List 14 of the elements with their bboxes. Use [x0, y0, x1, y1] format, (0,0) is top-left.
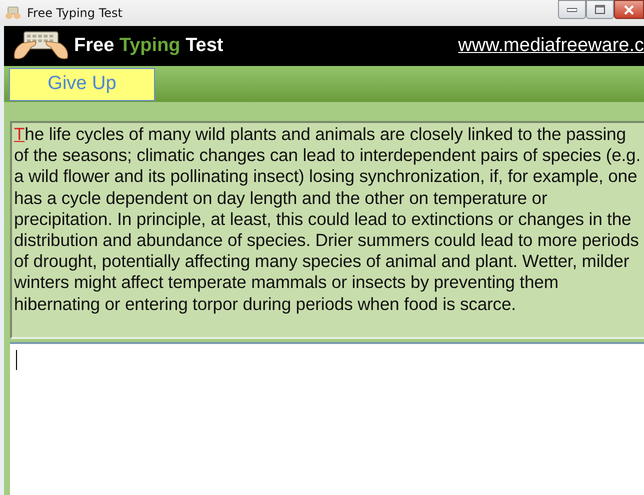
typing-hands-icon	[12, 30, 70, 62]
passage-text: The life cycles of many wild plants and animals are closely linked to the passing of the seasons; climatic changes can lead to interdependent pairs of species (e.g. a wild flower and its pollinating insect) losing synchronization, if, for example, one has a cycle dependent on day length and the other on temperature or precipitation. In principle, at least, this could lead to extinctions or changes in the distribution and abundance of species. Drier summers could lead to more periods of drought, potentially affecting many species of animal and plant. Wetter, milder winters might affect temperate mammals or insects by preventing them hibernating or entering torpor during periods when food is scarce.	[10, 121, 644, 339]
close-button[interactable]	[614, 0, 644, 19]
maximize-icon	[595, 5, 605, 14]
minimize-icon	[567, 8, 577, 12]
website-link[interactable]: www.mediafreeware.c	[458, 35, 644, 57]
minimize-button[interactable]	[558, 0, 586, 19]
text-cursor	[16, 350, 17, 370]
typing-field[interactable]	[10, 342, 644, 495]
maximize-button[interactable]	[586, 0, 614, 19]
close-icon	[624, 4, 634, 14]
window-title: Free Typing Test	[27, 6, 122, 20]
hands-icon	[5, 5, 21, 21]
app-title: Free Typing Test	[74, 35, 224, 57]
